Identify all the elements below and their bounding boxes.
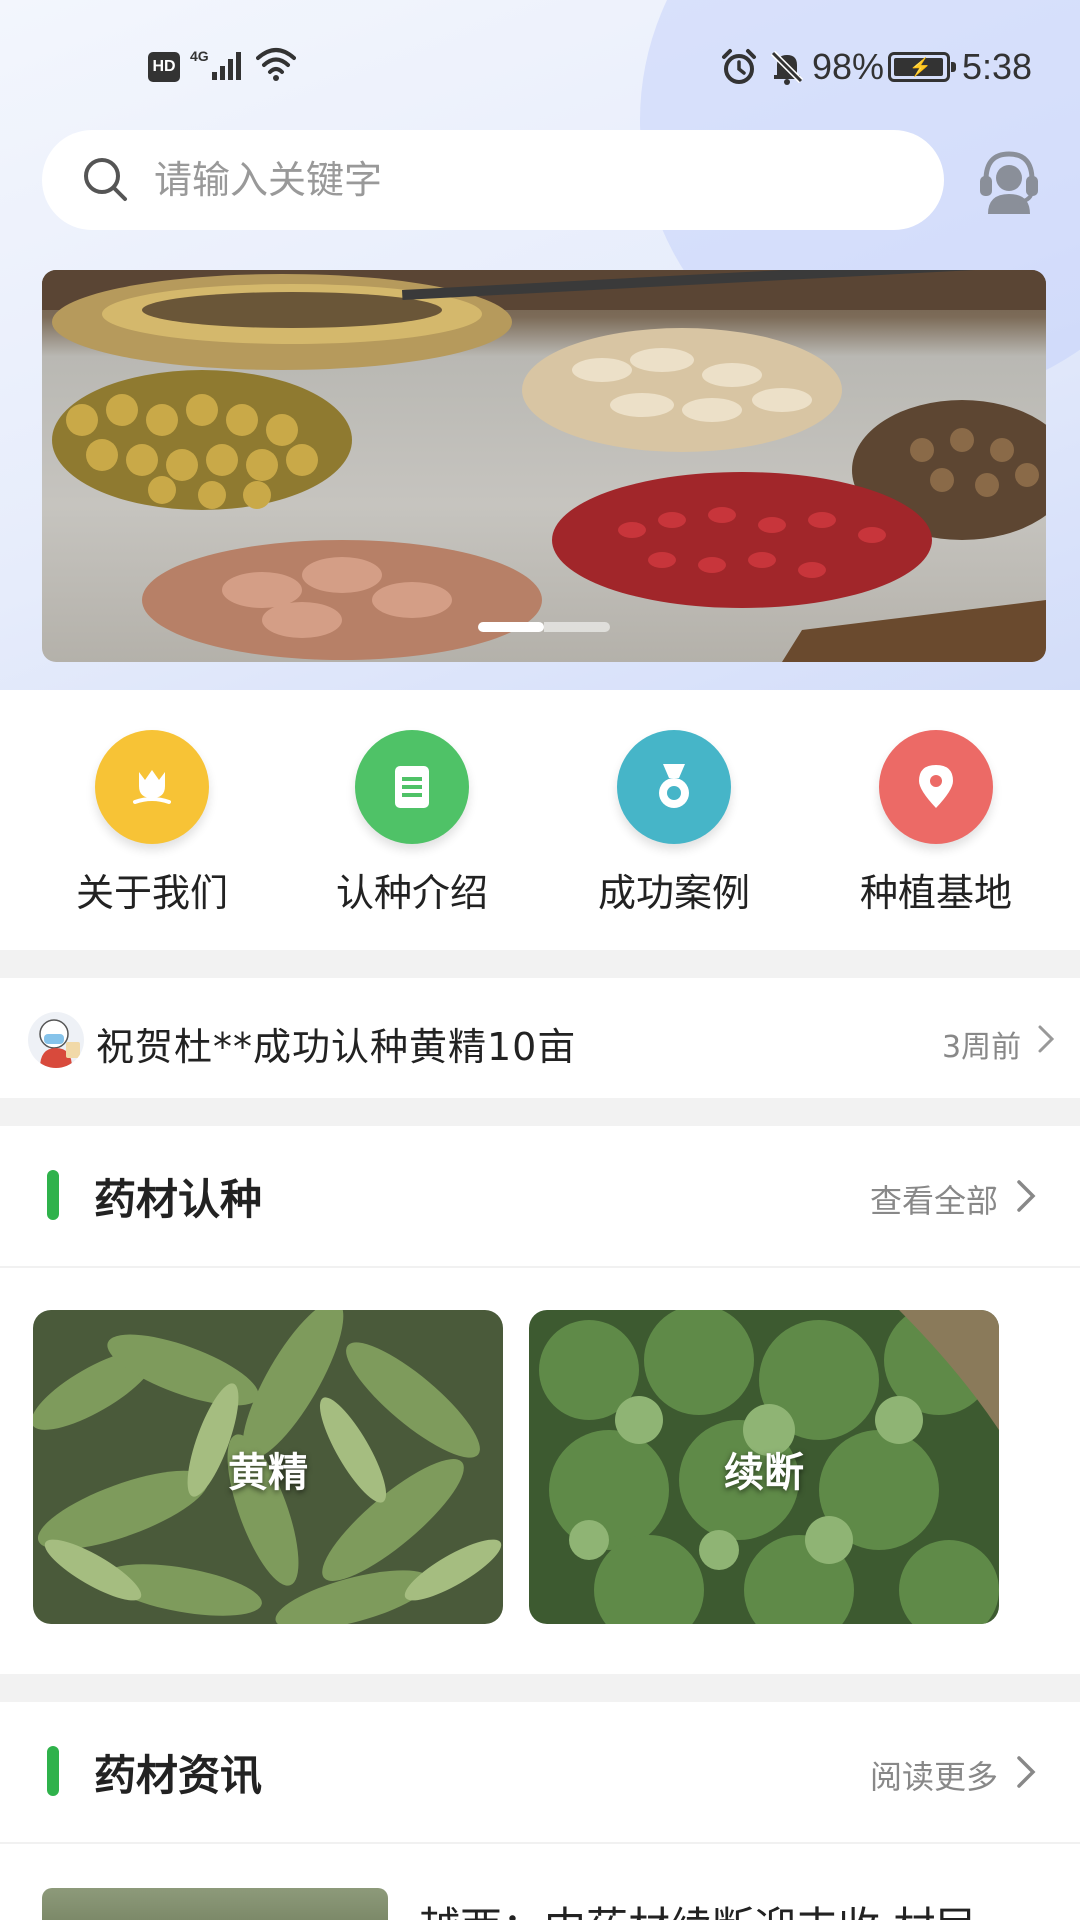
section-header: 药材认种 查看全部 <box>0 1126 1080 1268</box>
section-header: 药材资讯 阅读更多 <box>0 1702 1080 1844</box>
section-title: 药材认种 <box>94 1175 263 1224</box>
wifi-icon <box>256 48 296 81</box>
news-thumbnail[interactable] <box>42 1888 388 1920</box>
nav-label: 关于我们 <box>75 871 228 915</box>
crop-name: 续断 <box>724 1450 804 1496</box>
location-pin-icon <box>919 765 953 808</box>
banner-carousel[interactable] <box>42 270 1046 662</box>
avatar-illustration <box>39 1019 80 1068</box>
notice-time: 3周前 <box>942 1030 1022 1065</box>
view-all-link[interactable]: 查看全部 <box>870 1176 998 1222</box>
hd-badge: HD <box>148 52 180 82</box>
nav-success-cases[interactable]: 成功案例 <box>564 730 784 920</box>
section-title: 药材资讯 <box>94 1751 263 1800</box>
nav-label: 种植基地 <box>859 871 1012 915</box>
search-input[interactable] <box>154 150 914 210</box>
tulip-icon <box>133 770 171 804</box>
chevron-right-icon[interactable] <box>1014 1178 1038 1214</box>
chevron-right-icon <box>1038 1025 1055 1053</box>
crop-name: 黄精 <box>228 1450 308 1496</box>
crop-card[interactable]: 续断 <box>529 1310 999 1624</box>
nav-adoption-intro[interactable]: 认种介绍 <box>302 730 522 920</box>
carousel-dot <box>544 622 610 632</box>
nav-icon-circle <box>355 730 469 844</box>
search-bar[interactable] <box>42 130 944 230</box>
nav-icon-circle <box>617 730 731 844</box>
medal-icon <box>659 764 689 808</box>
clock: 5:38 <box>962 46 1033 87</box>
battery-percent: 98% <box>812 46 885 87</box>
alarm-icon <box>722 49 756 84</box>
bell-muted-icon <box>770 50 804 85</box>
notice-bar[interactable]: 祝贺杜**成功认种黄精10亩 3周前 <box>0 978 1080 1098</box>
status-bar: HD 4G 98% ⚡ 5:38 <box>0 0 1080 130</box>
battery-icon: ⚡ <box>888 52 956 82</box>
section-accent-bar <box>47 1170 59 1220</box>
notice-text: 祝贺杜**成功认种黄精10亩 <box>96 1025 577 1069</box>
banner-herbs-image <box>42 270 1046 662</box>
network-type: 4G <box>190 48 209 64</box>
customer-service-icon[interactable] <box>976 146 1042 216</box>
nav-label: 成功案例 <box>597 871 750 915</box>
section-accent-bar <box>47 1746 59 1796</box>
charging-bolt-icon: ⚡ <box>909 57 932 77</box>
nav-icon-circle <box>95 730 209 844</box>
crop-card[interactable]: 黄精 <box>33 1310 503 1624</box>
search-icon <box>84 158 127 201</box>
crops-section: 药材认种 查看全部 黄精 续断 <box>0 1126 1080 1674</box>
news-title[interactable]: 越西：中药材续断迎丰收 村民 <box>418 1894 1058 1920</box>
nav-icon-circle <box>879 730 993 844</box>
read-more-link[interactable]: 阅读更多 <box>870 1752 998 1798</box>
quick-nav: 关于我们 认种介绍 成功案例 种植基地 <box>0 690 1080 950</box>
nav-label: 认种介绍 <box>335 871 488 915</box>
chevron-right-icon[interactable] <box>1014 1754 1038 1790</box>
signal-icon <box>212 52 241 80</box>
avatar <box>28 1012 84 1068</box>
document-icon <box>395 766 429 808</box>
carousel-dot-active <box>478 622 544 632</box>
nav-planting-base[interactable]: 种植基地 <box>826 730 1046 920</box>
nav-about-us[interactable]: 关于我们 <box>42 730 262 920</box>
news-section: 药材资讯 阅读更多 越西：中药材续断迎丰收 村民 <box>0 1702 1080 1920</box>
